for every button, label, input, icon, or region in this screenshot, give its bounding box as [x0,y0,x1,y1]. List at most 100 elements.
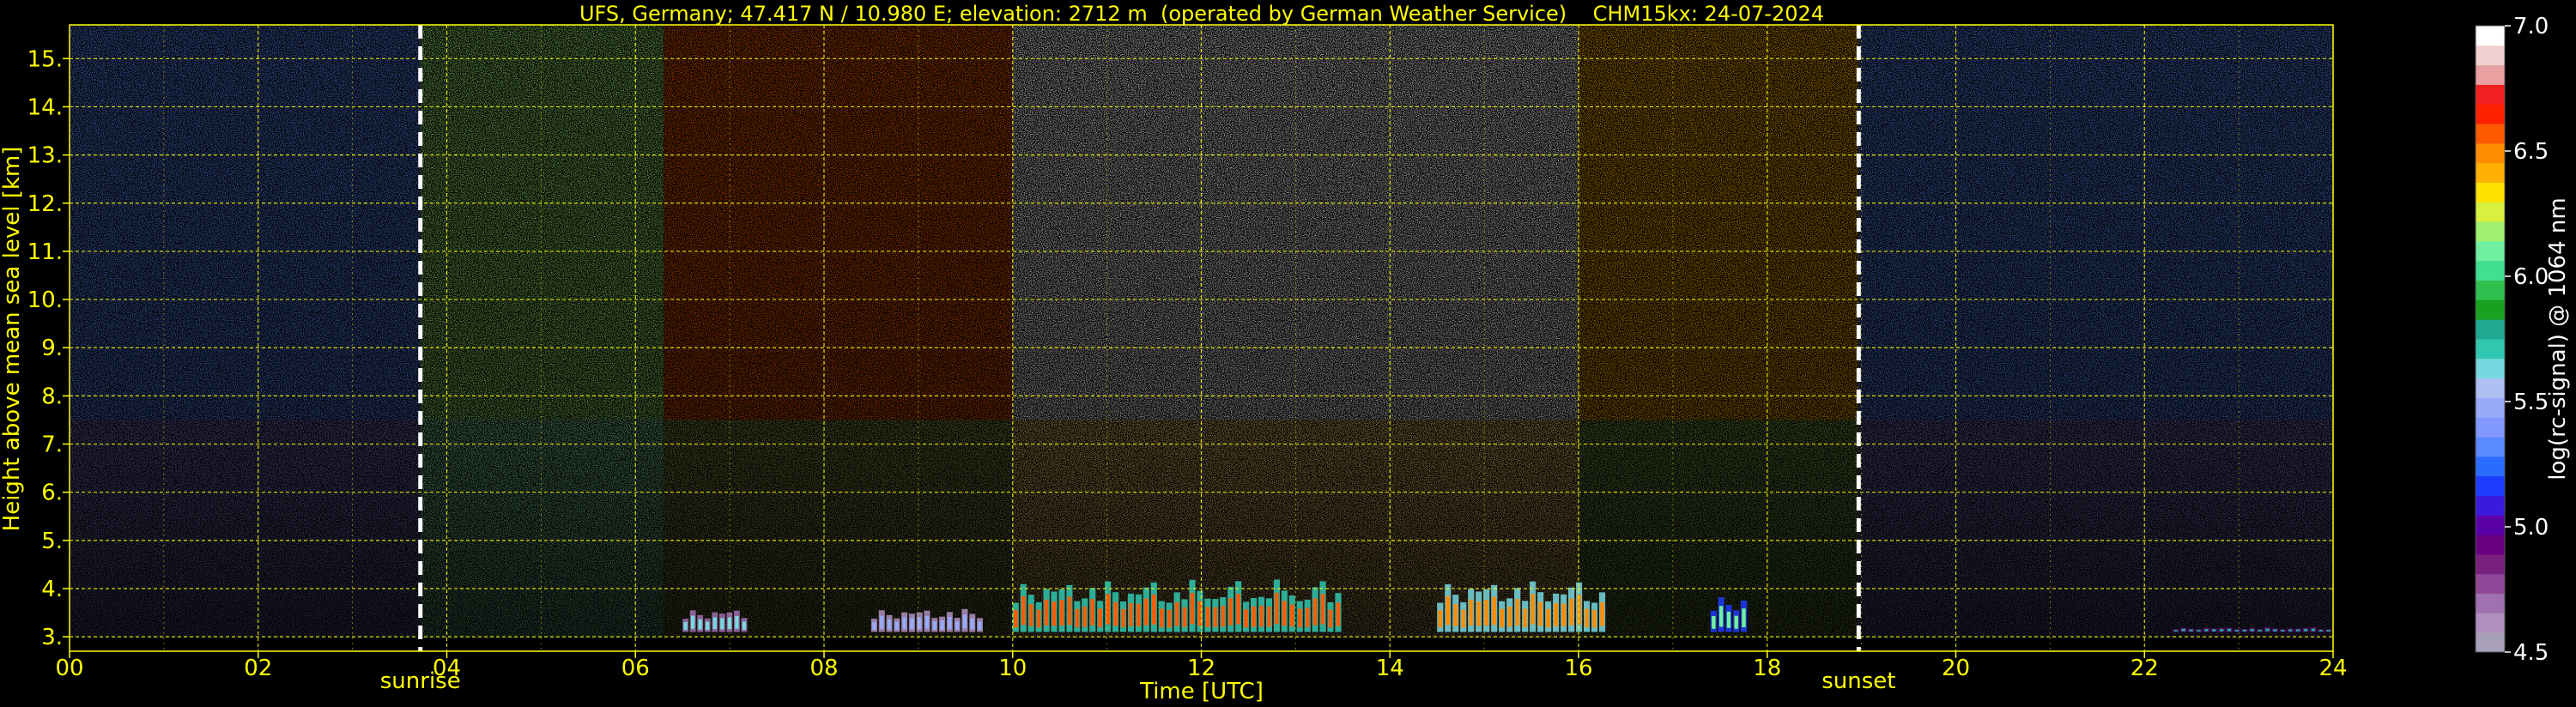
y-tick-label: 6. [41,480,63,506]
bl-column-core [1144,598,1149,625]
sunset-label: sunset [1821,668,1895,694]
bl-column-core [706,621,710,631]
bl-column-core [970,618,974,630]
bl-column-core [1036,609,1041,628]
bl-column-core [1585,608,1589,628]
bl-column-core [1600,601,1604,626]
x-tick-label: 12 [1187,656,1215,681]
bl-column-core [1182,607,1187,627]
x-tick-label: 06 [621,656,650,681]
x-tick-label: 14 [1376,656,1404,681]
bl-column-core [1320,594,1325,625]
bl-column-core [962,614,967,629]
bl-column-core [1282,601,1287,626]
colorbar-segment [2476,84,2505,105]
bl-column-core [1275,592,1279,625]
bl-column-core [948,617,952,630]
bl-column-core [1469,599,1473,626]
bl-column-core [1476,601,1481,626]
bl-column-core [1438,610,1443,628]
x-tick-label: 24 [2318,656,2347,681]
bl-column-core [2311,628,2316,631]
bl-column-core [2326,630,2331,632]
colorbar-segment [2476,64,2505,85]
x-tick-label: 22 [2131,656,2159,681]
colorbar-segment [2476,358,2505,379]
bl-column-core [720,618,724,630]
colorbar-segment [2476,240,2505,262]
y-tick-label: 7. [41,432,63,458]
y-tick-label: 14. [27,94,63,120]
bl-column-core [2295,629,2300,631]
bl-column-core [1554,603,1558,626]
bl-column-core [691,615,695,629]
bl-column-core [1305,607,1310,627]
bl-column-core [1742,608,1746,628]
bl-column-core [924,615,930,629]
colorbar-segment [2476,202,2505,222]
bl-column-core [1718,606,1724,627]
bl-column-core [1538,601,1543,626]
bl-column-core [1136,603,1141,626]
colorbar-segment [2476,104,2505,124]
colorbar-segment [2476,475,2505,496]
colorbar-tick-label: 5.0 [2513,515,2549,541]
colorbar-segment [2476,613,2505,633]
bl-column-core [1312,598,1318,625]
bl-column-core [2219,629,2224,631]
x-tick-label: 10 [998,656,1027,681]
x-tick-label: 04 [433,656,461,681]
bl-feature-0 [682,610,748,632]
bl-column-core [712,617,717,630]
bl-column-core [978,621,982,631]
bl-column-core [2234,630,2240,632]
bl-column-core [2197,630,2201,632]
bl-column-core [1121,608,1125,628]
bl-column-core [880,615,884,629]
bl-column-core [1252,606,1256,627]
y-tick-label: 10. [27,287,63,313]
y-tick-label: 9. [41,335,63,361]
bl-column-core [1090,599,1094,625]
bl-column-core [1712,616,1716,629]
colorbar-tick-label: 6.0 [2513,264,2549,290]
colorbar-tick-label: 4.5 [2513,640,2549,666]
bl-column-core [1461,609,1466,628]
bl-column-core [1221,606,1226,627]
bl-column-core [742,621,747,631]
bl-column-core [1592,609,1597,628]
bl-column-core [1507,607,1512,627]
bl-column-core [910,618,914,630]
bl-column-core [1530,594,1535,625]
bl-column-core [1734,615,1738,629]
colorbar-segment [2476,299,2505,320]
bl-column-core [1267,607,1271,627]
colorbar-segment [2476,142,2505,164]
bl-column-core [2265,628,2270,631]
y-axis-label: Height above mean sea level [km] [0,147,25,532]
bl-column-core [698,619,702,630]
x-tick-label: 16 [1564,656,1592,681]
x-tick-label: 02 [244,656,272,681]
bl-column-core [1021,595,1026,625]
colorbar-segment [2476,162,2505,183]
colorbar-segment [2476,593,2505,613]
bl-column-core [1228,598,1233,625]
bl-column-core [2281,630,2285,632]
y-tick-label: 12. [27,191,63,217]
colorbar-segment [2476,456,2505,477]
colorbar: 4.5 5.0 5.5 6.0 6.5 7.0 [2475,14,2549,666]
bl-column-core [1213,607,1218,627]
bl-column-core [1336,602,1341,626]
bl-column-core [1059,600,1064,626]
x-tick-label: 00 [55,656,83,681]
bl-column-core [2227,628,2232,631]
colorbar-segment [2476,437,2505,457]
colorbar-segment [2476,45,2505,66]
colorbar-tick-label: 5.5 [2513,390,2549,415]
bl-column-core [872,621,876,631]
bl-column-core [1028,604,1033,627]
x-tick-label: 08 [809,656,838,681]
bl-column-core [1446,595,1451,625]
y-axis-ticks: 3. 4. 5. 6. 7. 8. 9. 10. 11. 12. 13. 14. 15. [27,46,70,650]
